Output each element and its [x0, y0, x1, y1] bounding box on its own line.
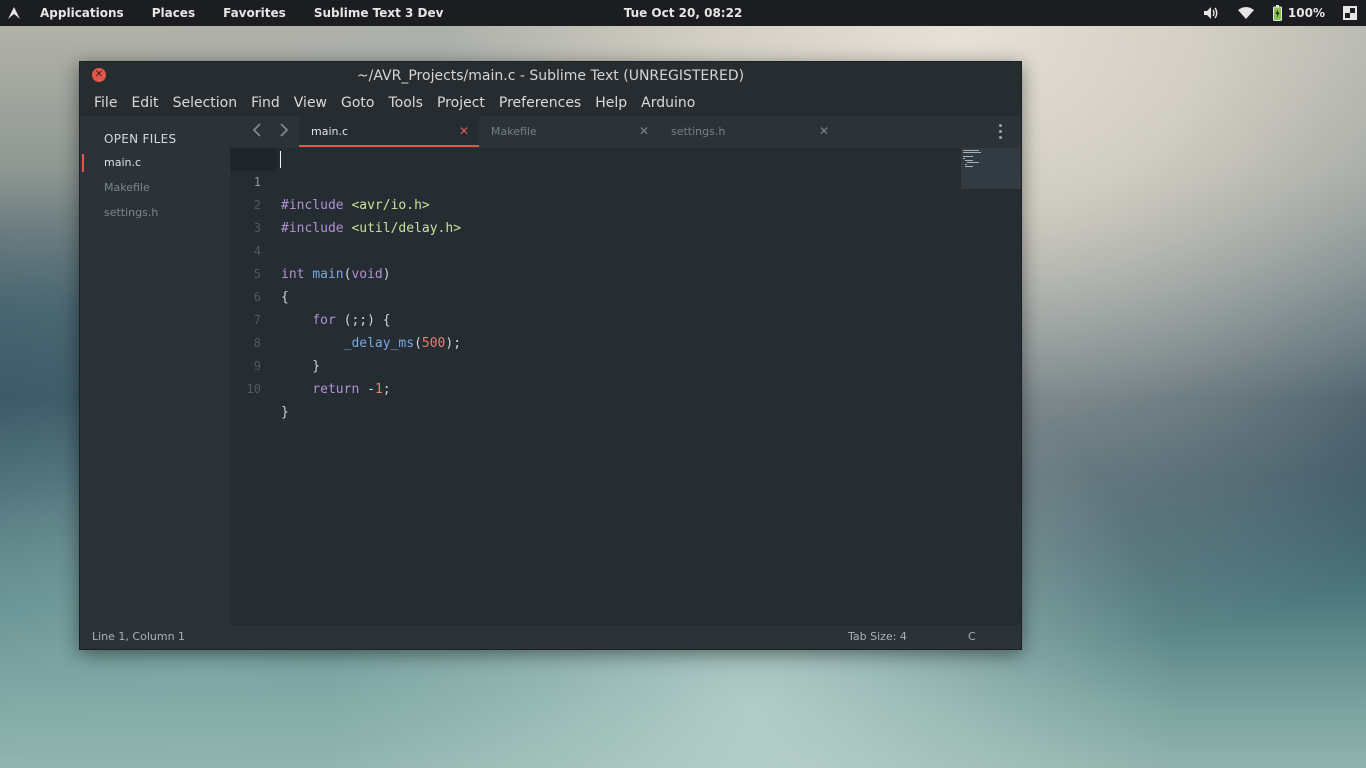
- tab-label: Makefile: [491, 125, 537, 138]
- chevron-left-icon[interactable]: [252, 122, 262, 141]
- session-icon[interactable]: [1334, 6, 1366, 20]
- window-titlebar[interactable]: ✕ ~/AVR_Projects/main.c - Sublime Text (…: [80, 62, 1021, 90]
- active-file-marker: [82, 154, 84, 172]
- panel-menu-places[interactable]: Places: [138, 0, 209, 26]
- tab-makefile[interactable]: Makefile ✕: [479, 116, 659, 147]
- more-options-icon[interactable]: [999, 124, 1003, 142]
- tab-label: main.c: [311, 125, 349, 138]
- top-panel: Applications Places Favorites Sublime Te…: [0, 0, 1366, 26]
- battery-icon[interactable]: [1264, 5, 1286, 21]
- menu-arduino[interactable]: Arduino: [634, 90, 702, 116]
- cursor-position: Line 1, Column 1: [92, 630, 186, 643]
- code-text: _delay_ms(500);: [343, 336, 462, 351]
- menu-help[interactable]: Help: [588, 90, 634, 116]
- code-text: return -1;: [312, 382, 391, 397]
- menu-project[interactable]: Project: [430, 90, 492, 116]
- status-bar: Line 1, Column 1 Tab Size: 4 C: [80, 625, 1021, 649]
- sidebar-file-makefile[interactable]: Makefile: [104, 181, 150, 194]
- panel-menu-applications[interactable]: Applications: [26, 0, 138, 26]
- tab-settings-h[interactable]: settings.h ✕: [659, 116, 839, 147]
- menu-preferences[interactable]: Preferences: [492, 90, 588, 116]
- close-icon[interactable]: ✕: [819, 116, 829, 147]
- menubar: File Edit Selection Find View Goto Tools…: [80, 90, 1021, 116]
- code-text: }: [281, 405, 289, 420]
- code-line: 8 }: [230, 309, 320, 374]
- menu-file[interactable]: File: [87, 90, 124, 116]
- sidebar-file-settings-h[interactable]: settings.h: [104, 206, 158, 219]
- close-icon[interactable]: ✕: [639, 116, 649, 147]
- volume-icon[interactable]: [1194, 6, 1228, 20]
- menu-find[interactable]: Find: [244, 90, 287, 116]
- close-icon[interactable]: ✕: [459, 116, 469, 147]
- code-text: int main(void): [281, 267, 391, 282]
- code-line: 1 #include <avr/io.h>: [230, 148, 430, 213]
- menu-goto[interactable]: Goto: [334, 90, 381, 116]
- minimap[interactable]: [961, 148, 1021, 189]
- tab-size-selector[interactable]: Tab Size: 4: [848, 625, 907, 649]
- line-number: 10: [246, 382, 261, 396]
- window-close-button[interactable]: ✕: [92, 68, 106, 82]
- tab-main-c[interactable]: main.c ✕: [299, 116, 479, 147]
- chevron-right-icon[interactable]: [279, 122, 289, 141]
- panel-clock[interactable]: Tue Oct 20, 08:22: [624, 6, 743, 20]
- text-cursor: [280, 151, 281, 168]
- menu-view[interactable]: View: [287, 90, 334, 116]
- open-files-heading: OPEN FILES: [104, 132, 177, 146]
- sublime-window: ✕ ~/AVR_Projects/main.c - Sublime Text (…: [79, 61, 1022, 650]
- code-line: 10 }: [230, 355, 293, 420]
- code-text: #include <avr/io.h>: [281, 198, 430, 213]
- code-line: 6 for (;;) {: [230, 263, 391, 328]
- code-line: 2 #include <util/delay.h>: [230, 171, 461, 236]
- tab-label: settings.h: [671, 125, 726, 138]
- panel-menu-active-app[interactable]: Sublime Text 3 Dev: [300, 0, 458, 26]
- sidebar: OPEN FILES main.c Makefile settings.h: [80, 116, 230, 625]
- panel-indicators: 100%: [1194, 0, 1366, 26]
- code-line: 5 {: [230, 240, 293, 305]
- sidebar-file-main-c[interactable]: main.c: [104, 156, 141, 169]
- battery-percentage: 100%: [1287, 6, 1325, 20]
- code-editor[interactable]: 1 #include <avr/io.h> 2 #include <util/d…: [230, 148, 1021, 625]
- code-line: 4 int main(void): [230, 217, 391, 282]
- code-line: 3: [230, 194, 293, 235]
- code-text: for (;;) {: [312, 313, 391, 328]
- panel-menu-favorites[interactable]: Favorites: [209, 0, 300, 26]
- menu-selection[interactable]: Selection: [166, 90, 245, 116]
- code-line: 7 _delay_ms(500);: [230, 286, 461, 351]
- code-line: 9 return -1;: [230, 332, 391, 397]
- tab-bar: main.c ✕ Makefile ✕ settings.h ✕: [230, 116, 1021, 148]
- menu-edit[interactable]: Edit: [124, 90, 165, 116]
- menu-tools[interactable]: Tools: [381, 90, 430, 116]
- window-body: OPEN FILES main.c Makefile settings.h ma…: [80, 116, 1021, 625]
- arch-logo-icon[interactable]: [2, 0, 26, 26]
- window-title: ~/AVR_Projects/main.c - Sublime Text (UN…: [356, 68, 745, 84]
- code-text: #include <util/delay.h>: [281, 221, 462, 236]
- wifi-icon[interactable]: [1228, 6, 1264, 20]
- syntax-selector[interactable]: C: [968, 625, 976, 649]
